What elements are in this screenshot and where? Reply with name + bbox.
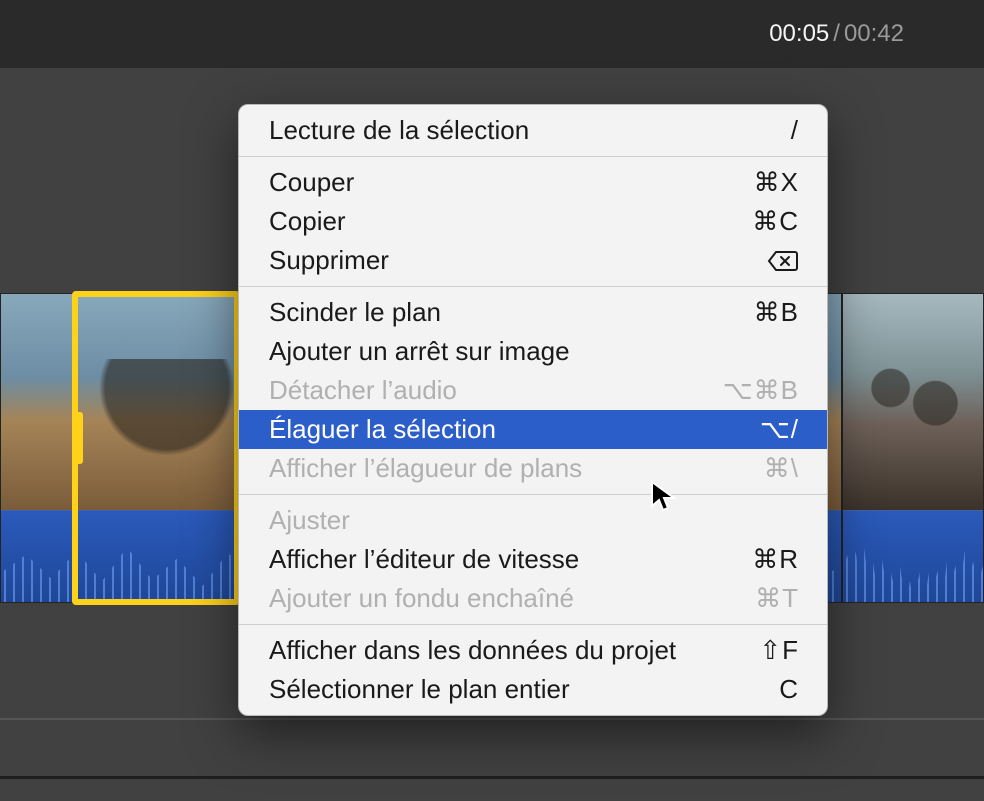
menu-copy[interactable]: Copier ⌘C	[239, 202, 827, 241]
menu-item-label: Détacher l’audio	[269, 375, 457, 406]
menu-delete[interactable]: Supprimer	[239, 241, 827, 280]
clip-2[interactable]	[842, 293, 984, 603]
menu-item-label: Scinder le plan	[269, 297, 441, 328]
menu-separator	[239, 286, 827, 287]
menu-item-shortcut: C	[779, 674, 799, 705]
menu-item-shortcut: ⌘T	[755, 583, 799, 614]
menu-play-selection[interactable]: Lecture de la sélection /	[239, 111, 827, 150]
menu-item-label: Afficher l’éditeur de vitesse	[269, 544, 579, 575]
menu-add-freeze-frame[interactable]: Ajouter un arrêt sur image	[239, 332, 827, 371]
menu-item-label: Ajuster	[269, 505, 350, 536]
timecode-total: 00:42	[844, 20, 904, 48]
panel-divider	[0, 776, 984, 779]
menu-item-shortcut: ⌘C	[752, 206, 799, 237]
menu-item-shortcut: ⇧F	[759, 635, 799, 666]
backspace-icon	[767, 245, 799, 276]
menu-item-shortcut: ⌥⌘B	[723, 375, 799, 406]
menu-item-label: Lecture de la sélection	[269, 115, 529, 146]
clip-2-thumbnail	[843, 294, 983, 512]
timeline-ruler	[0, 718, 984, 720]
context-menu: Lecture de la sélection / Couper ⌘X Copi…	[238, 104, 828, 716]
menu-item-label: Couper	[269, 167, 354, 198]
menu-item-label: Sélectionner le plan entier	[269, 674, 570, 705]
menu-item-shortcut: ⌘X	[754, 167, 799, 198]
timecode-separator: /	[833, 20, 840, 48]
menu-item-shortcut: ⌘B	[754, 297, 799, 328]
menu-item-label: Afficher dans les données du projet	[269, 635, 676, 666]
menu-split-clip[interactable]: Scinder le plan ⌘B	[239, 293, 827, 332]
menu-separator	[239, 624, 827, 625]
clip-2-audio-waveform	[843, 510, 983, 602]
menu-add-cross-dissolve: Ajouter un fondu enchaîné ⌘T	[239, 579, 827, 618]
menu-detach-audio: Détacher l’audio ⌥⌘B	[239, 371, 827, 410]
menu-show-clip-trimmer: Afficher l’élagueur de plans ⌘\	[239, 449, 827, 488]
menu-select-entire-clip[interactable]: Sélectionner le plan entier C	[239, 670, 827, 709]
menu-separator	[239, 156, 827, 157]
menu-item-label: Copier	[269, 206, 346, 237]
menu-reveal-in-project[interactable]: Afficher dans les données du projet ⇧F	[239, 631, 827, 670]
menu-item-label: Supprimer	[269, 245, 389, 276]
menu-item-label: Afficher l’élagueur de plans	[269, 453, 582, 484]
menu-item-shortcut: ⌥/	[760, 414, 799, 445]
menu-item-label: Ajouter un arrêt sur image	[269, 336, 570, 367]
toolbar: 00:05 / 00:42	[0, 0, 984, 68]
timecode-current: 00:05	[769, 20, 829, 48]
menu-show-speed-editor[interactable]: Afficher l’éditeur de vitesse ⌘R	[239, 540, 827, 579]
menu-item-label: Élaguer la sélection	[269, 414, 496, 445]
menu-separator	[239, 494, 827, 495]
menu-trim-selection[interactable]: Élaguer la sélection ⌥/	[239, 410, 827, 449]
menu-item-shortcut: ⌘R	[752, 544, 799, 575]
menu-item-shortcut: ⌘\	[764, 453, 799, 484]
menu-cut[interactable]: Couper ⌘X	[239, 163, 827, 202]
menu-item-label: Ajouter un fondu enchaîné	[269, 583, 574, 614]
menu-item-shortcut: /	[791, 115, 799, 146]
menu-fit: Ajuster	[239, 501, 827, 540]
